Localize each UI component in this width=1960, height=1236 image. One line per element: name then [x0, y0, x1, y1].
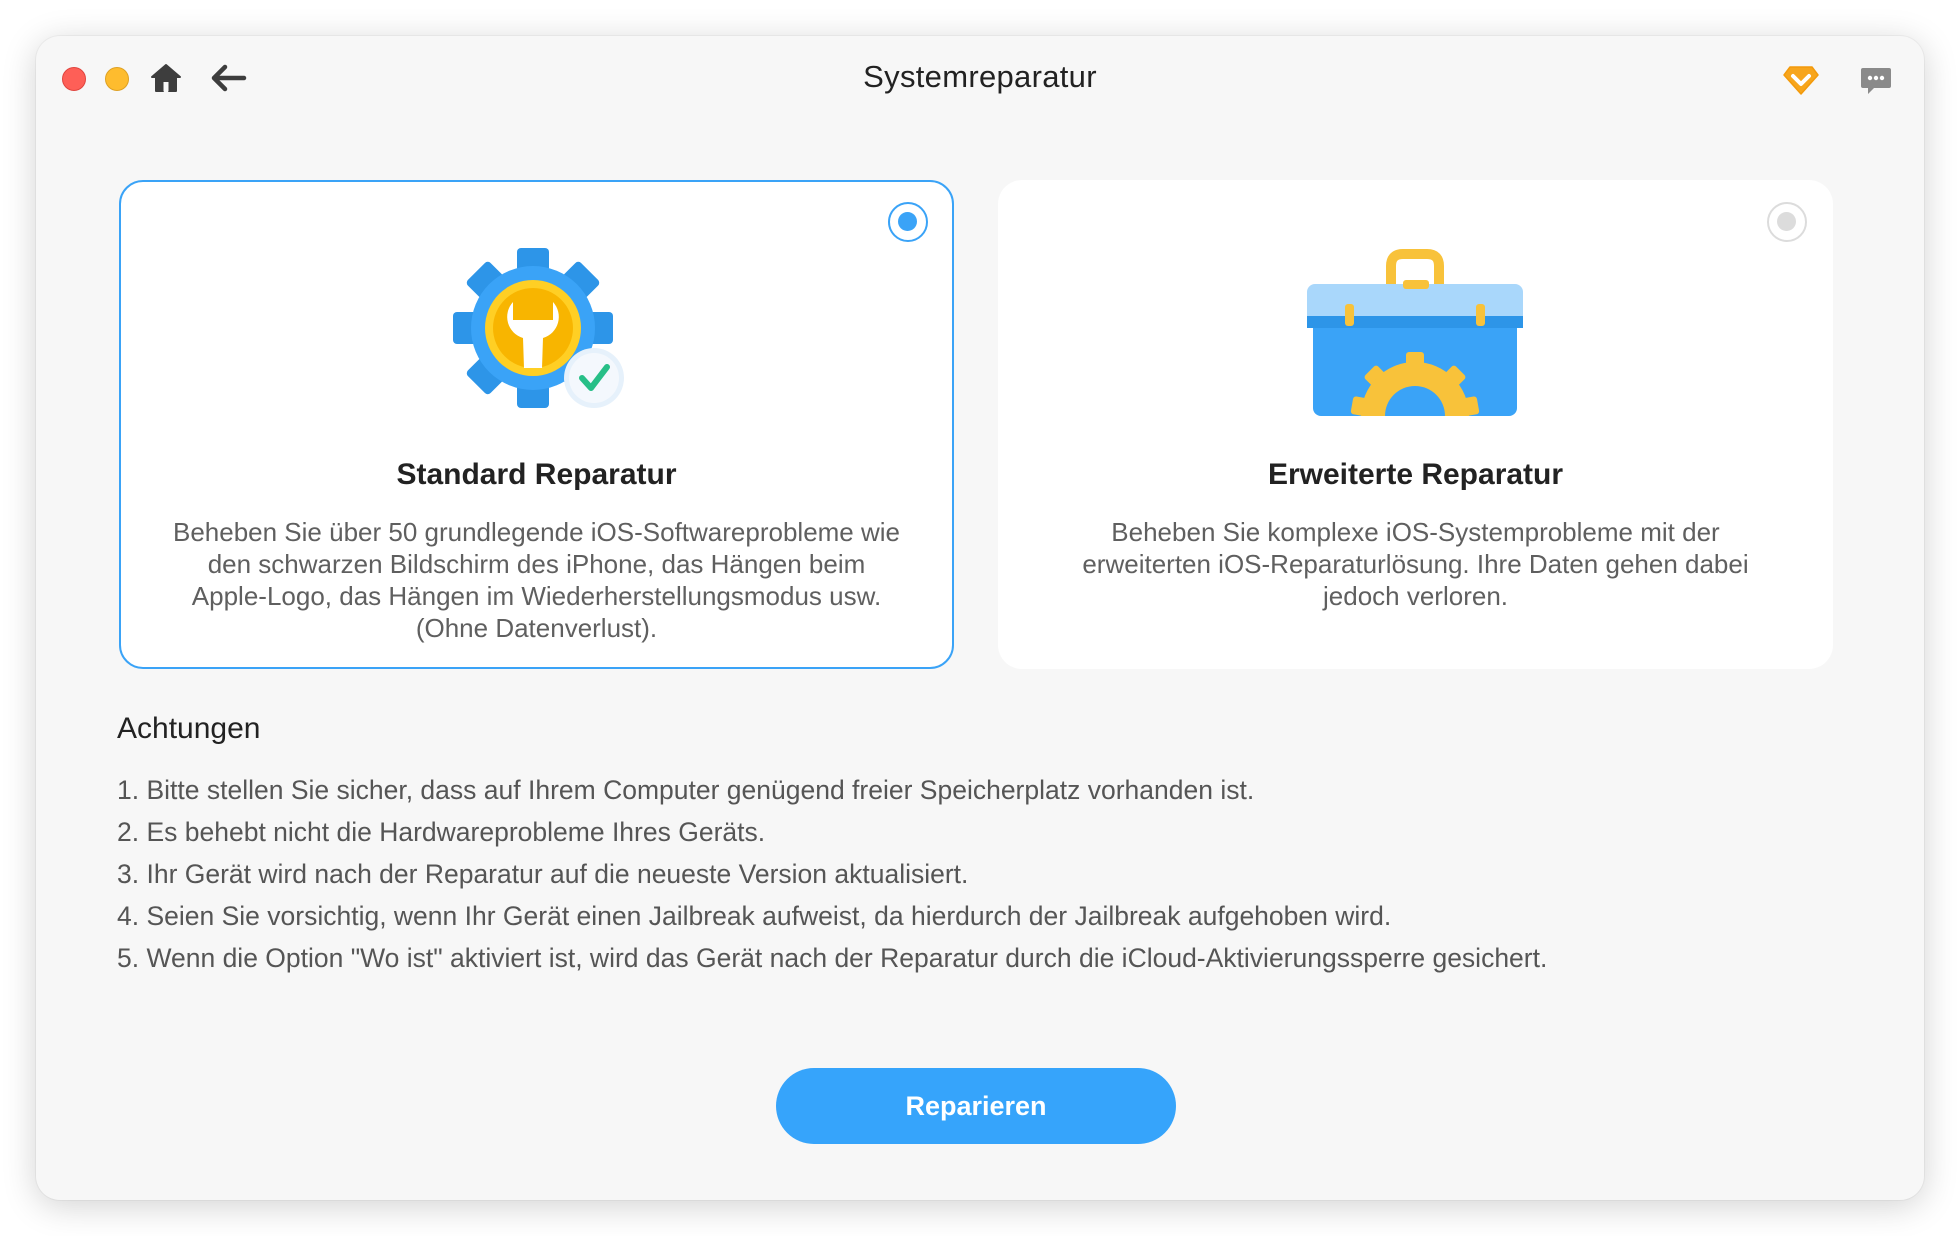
- notes-list: 1. Bitte stellen Sie sicher, dass auf Ih…: [117, 769, 1547, 979]
- note-item: 2. Es behebt nicht die Hardwareprobleme …: [117, 817, 766, 847]
- app-window: Systemreparatur Standard Reparatur Beheb…: [36, 36, 1924, 1200]
- note-item: 3. Ihr Gerät wird nach der Reparatur auf…: [117, 859, 969, 889]
- advanced-repair-title: Erweiterte Reparatur: [1267, 458, 1564, 491]
- advanced-repair-card[interactable]: Erweiterte Reparatur Beheben Sie komplex…: [998, 180, 1833, 669]
- note-item: 5. Wenn die Option "Wo ist" aktiviert is…: [117, 943, 1548, 973]
- note-item: 1. Bitte stellen Sie sicher, dass auf Ih…: [117, 775, 1255, 805]
- feedback-chat-icon[interactable]: [1860, 66, 1892, 96]
- repair-button[interactable]: Reparieren: [776, 1068, 1176, 1144]
- standard-repair-title: Standard Reparatur: [396, 458, 677, 491]
- advanced-repair-radio[interactable]: [1767, 202, 1807, 242]
- title-bar: Systemreparatur: [36, 36, 1924, 118]
- notes-heading: Achtungen: [117, 712, 261, 745]
- standard-repair-card[interactable]: Standard Reparatur Beheben Sie über 50 g…: [119, 180, 954, 669]
- window-title: Systemreparatur: [863, 59, 1097, 94]
- standard-repair-radio[interactable]: [888, 202, 928, 242]
- standard-repair-description: Beheben Sie über 50 grundlegende iOS-Sof…: [172, 517, 901, 643]
- advanced-repair-description: Beheben Sie komplexe iOS-Systemprobleme …: [1082, 517, 1749, 611]
- gear-wrench-check-icon: [453, 248, 624, 408]
- toolbox-gear-icon: [1307, 249, 1523, 417]
- premium-diamond-icon[interactable]: [1782, 64, 1820, 96]
- note-item: 4. Seien Sie vorsichtig, wenn Ihr Gerät …: [117, 901, 1392, 931]
